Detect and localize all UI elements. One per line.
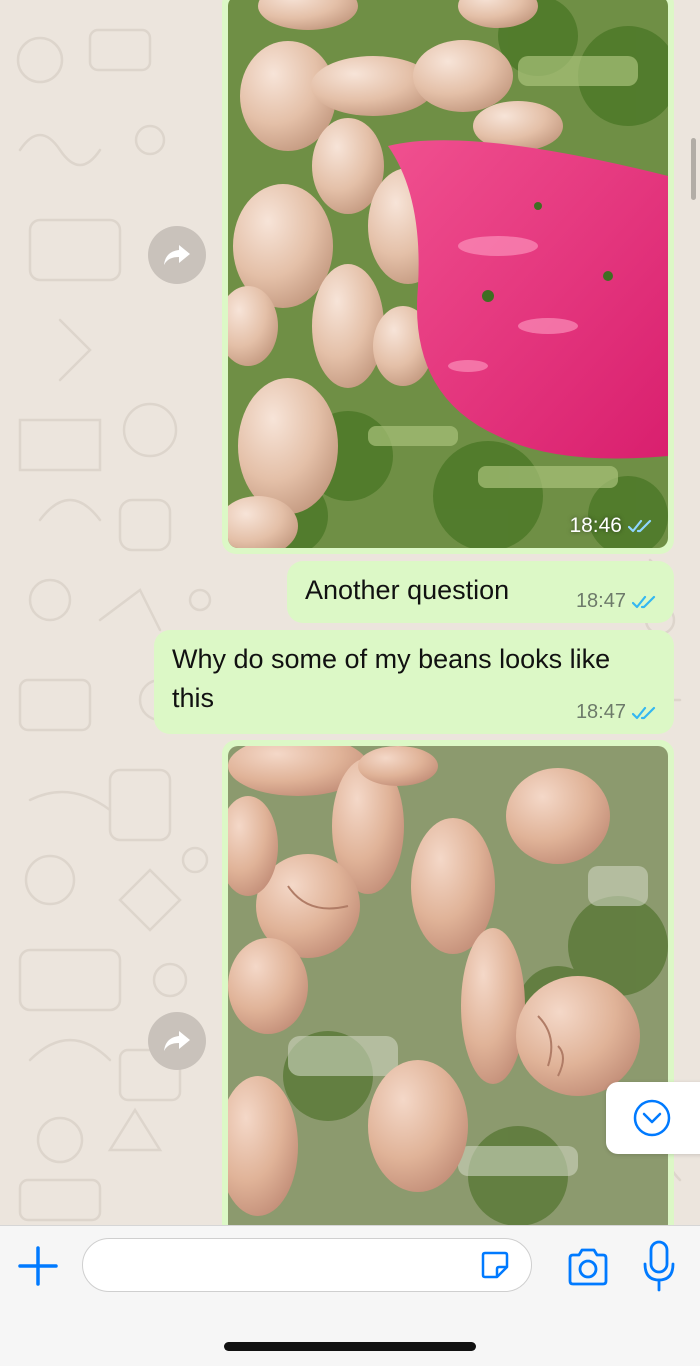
double-check-icon (632, 706, 656, 719)
photo-beans-split[interactable] (228, 746, 668, 1234)
double-check-icon (632, 595, 656, 608)
forward-arrow-icon (164, 245, 190, 265)
message-time: 18:47 (575, 701, 626, 723)
forward-arrow-icon (164, 1031, 190, 1051)
photo-image (228, 0, 668, 548)
scrollbar[interactable] (691, 138, 696, 200)
forward-button[interactable] (148, 226, 206, 284)
message-time: 18:47 (575, 590, 626, 612)
scroll-to-bottom-button[interactable] (606, 1082, 700, 1154)
message-meta: 18:47 (576, 701, 658, 724)
message-input[interactable] (103, 1239, 487, 1291)
message-text: Another question (305, 575, 510, 605)
message-composer (0, 1225, 700, 1366)
photo-image (228, 746, 668, 1234)
text-message-1[interactable]: Another question 18:47 (287, 561, 674, 623)
forward-button[interactable] (148, 1012, 206, 1070)
sticker-icon[interactable] (479, 1249, 511, 1281)
chevron-down-circle-icon (633, 1099, 671, 1137)
image-message-1[interactable]: 18:46 (222, 0, 674, 554)
text-message-2[interactable]: Why do some of my beans looks like this … (154, 630, 674, 734)
image-message-2[interactable] (222, 740, 674, 1240)
double-check-icon (628, 519, 652, 533)
message-meta: 18:46 (569, 514, 654, 538)
microphone-icon[interactable] (642, 1240, 676, 1292)
message-meta: 18:47 (576, 590, 658, 613)
home-indicator (224, 1342, 476, 1351)
camera-icon[interactable] (566, 1248, 610, 1286)
message-text: Why do some of my beans looks like this (172, 644, 611, 713)
message-input-field[interactable] (82, 1238, 532, 1292)
message-time: 18:46 (569, 514, 622, 537)
photo-beans-spoon[interactable]: 18:46 (228, 0, 668, 548)
plus-icon[interactable] (16, 1244, 60, 1288)
